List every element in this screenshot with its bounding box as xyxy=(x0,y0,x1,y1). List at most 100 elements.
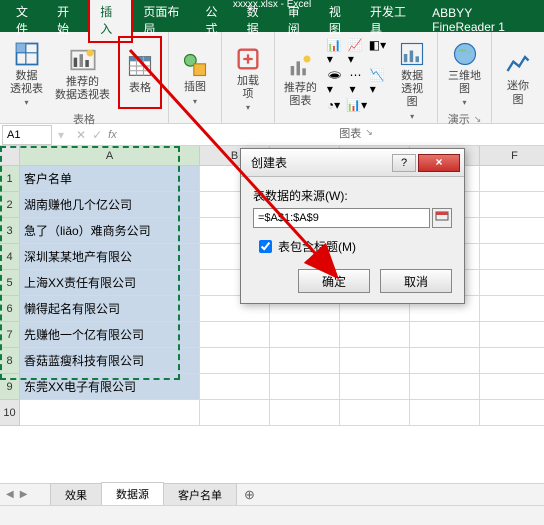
recommend-charts-button[interactable]: 推荐的 图表 xyxy=(280,36,321,123)
cell[interactable] xyxy=(410,348,480,374)
fx-icon[interactable]: fx xyxy=(108,129,117,141)
addins-button[interactable]: 加载 项 ▾ xyxy=(228,36,268,119)
cell[interactable] xyxy=(480,218,544,244)
cell[interactable] xyxy=(480,348,544,374)
charts-launcher-icon[interactable]: ↘ xyxy=(365,127,373,138)
cell[interactable] xyxy=(480,296,544,322)
range-selector-icon xyxy=(435,211,449,225)
illustrations-icon xyxy=(179,49,211,81)
cell[interactable] xyxy=(270,348,340,374)
cancel-button[interactable]: 取消 xyxy=(380,269,452,293)
cell[interactable] xyxy=(200,348,270,374)
row-header[interactable]: 10 xyxy=(0,400,20,426)
row-header[interactable]: 7 xyxy=(0,322,20,348)
cell[interactable]: 深圳某某地产有限公 xyxy=(20,244,200,270)
cell[interactable]: 上海XX责任有限公司 xyxy=(20,270,200,296)
hierarchy-chart-icon[interactable]: ◧▾ xyxy=(369,38,386,66)
cell[interactable] xyxy=(340,400,410,426)
row-header[interactable]: 6 xyxy=(0,296,20,322)
confirm-edit-icon[interactable]: ✓ xyxy=(92,128,102,142)
headers-checkbox[interactable] xyxy=(259,240,272,253)
cell[interactable] xyxy=(410,374,480,400)
addins-label: 加载 项 xyxy=(237,75,259,101)
cell[interactable] xyxy=(200,374,270,400)
cell[interactable] xyxy=(270,322,340,348)
column-header[interactable]: A xyxy=(20,146,200,166)
dialog-close-button[interactable]: × xyxy=(418,154,460,172)
name-box[interactable]: A1 xyxy=(2,125,52,145)
cell[interactable]: 客户名单 xyxy=(20,166,200,192)
row-header[interactable]: 9 xyxy=(0,374,20,400)
cell[interactable] xyxy=(410,400,480,426)
cell[interactable] xyxy=(20,400,200,426)
range-input[interactable] xyxy=(253,208,430,228)
sparkline-button[interactable]: 迷你图 xyxy=(498,36,538,119)
row-headers: 12345678910 xyxy=(0,166,20,426)
cell[interactable] xyxy=(480,322,544,348)
group-demo-label: 演示 xyxy=(448,111,470,127)
row-header[interactable]: 8 xyxy=(0,348,20,374)
cell[interactable] xyxy=(340,348,410,374)
sheet-tab-effect[interactable]: 效果 xyxy=(50,483,102,506)
line-chart-icon[interactable]: 📈▾ xyxy=(348,38,363,66)
column-header[interactable]: F xyxy=(480,146,544,166)
add-sheet-button[interactable]: ⊕ xyxy=(236,484,263,506)
cancel-edit-icon[interactable]: ✕ xyxy=(76,128,86,142)
cell[interactable] xyxy=(270,374,340,400)
cell[interactable] xyxy=(270,400,340,426)
cell[interactable] xyxy=(480,374,544,400)
cell[interactable] xyxy=(200,322,270,348)
cell[interactable]: 急了（liǎo）难商务公司 xyxy=(20,218,200,244)
sheet-nav-next-icon[interactable]: ▶ xyxy=(20,489,28,500)
sheet-tab-customers[interactable]: 客户名单 xyxy=(163,483,237,506)
row-header[interactable]: 4 xyxy=(0,244,20,270)
pivot-table-icon xyxy=(11,38,43,70)
cell[interactable] xyxy=(200,400,270,426)
sheet-tab-source[interactable]: 数据源 xyxy=(101,482,164,507)
cell[interactable] xyxy=(480,244,544,270)
cell[interactable] xyxy=(340,374,410,400)
table-button[interactable]: 表格 xyxy=(118,36,162,109)
dialog-title-bar[interactable]: 创建表 ? × xyxy=(241,149,464,177)
ok-button[interactable]: 确定 xyxy=(298,269,370,293)
illustrations-button[interactable]: 插图 ▾ xyxy=(175,36,215,119)
waterfall-chart-icon[interactable]: 🕳▾ xyxy=(327,68,344,96)
cell[interactable]: 东莞XX电子有限公司 xyxy=(20,374,200,400)
cell[interactable] xyxy=(480,192,544,218)
cell[interactable] xyxy=(480,400,544,426)
name-box-dropdown-icon[interactable]: ▾ xyxy=(54,128,68,142)
headers-checkbox-label[interactable]: 表包含标题(M) xyxy=(259,238,452,255)
cell[interactable]: 湖南赚他几个亿公司 xyxy=(20,192,200,218)
stock-chart-icon[interactable]: 📊▾ xyxy=(346,98,367,112)
cell[interactable] xyxy=(340,322,410,348)
chevron-down-icon: ▾ xyxy=(462,98,466,107)
scatter-chart-icon[interactable]: ⋯▾ xyxy=(350,68,364,96)
select-all-corner[interactable] xyxy=(0,146,20,166)
cell[interactable] xyxy=(410,322,480,348)
sheet-tabs: ◀ ▶ 效果 数据源 客户名单 ⊕ xyxy=(0,483,544,505)
row-header[interactable]: 5 xyxy=(0,270,20,296)
sheet-nav-prev-icon[interactable]: ◀ xyxy=(6,489,14,500)
row-header[interactable]: 1 xyxy=(0,166,20,192)
map3d-button[interactable]: 三维地 图 ▾ xyxy=(444,36,485,109)
recommend-pivot-button[interactable]: 推荐的 数据透视表 xyxy=(51,36,114,109)
demo-launcher-icon[interactable]: ↘ xyxy=(474,114,482,125)
cell[interactable]: 香菇蓝瘦科技有限公司 xyxy=(20,348,200,374)
range-selector-button[interactable] xyxy=(432,208,452,228)
cell[interactable] xyxy=(480,166,544,192)
headers-checkbox-text: 表包含标题(M) xyxy=(278,238,356,255)
combo-chart-icon[interactable]: 📉▾ xyxy=(370,68,386,96)
bar-chart-icon[interactable]: 📊▾ xyxy=(327,38,342,66)
map3d-label: 三维地 图 xyxy=(448,70,481,96)
cell[interactable]: 先赚他一个亿有限公司 xyxy=(20,322,200,348)
cell[interactable] xyxy=(480,270,544,296)
pie-chart-icon[interactable]: ◔▾ xyxy=(327,98,340,112)
group-tables-label: 表格 xyxy=(73,111,95,127)
dialog-help-button[interactable]: ? xyxy=(392,154,416,172)
pivot-chart-button[interactable]: 数据透视图 ▾ xyxy=(392,36,432,123)
cell[interactable]: 懒得起名有限公司 xyxy=(20,296,200,322)
row-header[interactable]: 2 xyxy=(0,192,20,218)
row-header[interactable]: 3 xyxy=(0,218,20,244)
pivot-table-button[interactable]: 数据 透视表 ▾ xyxy=(6,36,47,109)
recommend-pivot-icon xyxy=(67,44,99,76)
